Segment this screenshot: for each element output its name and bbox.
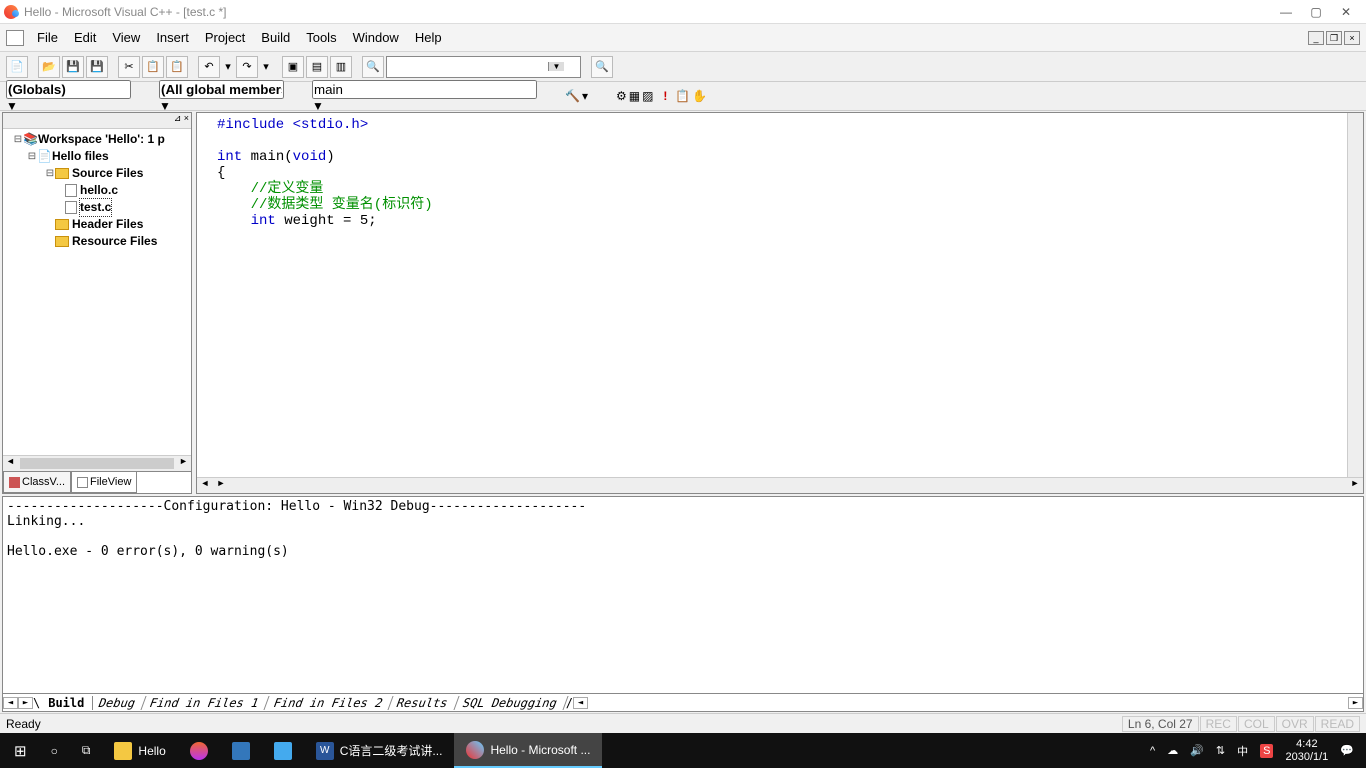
- menu-view[interactable]: View: [105, 27, 147, 48]
- cortana-button[interactable]: ○: [39, 733, 70, 768]
- taskbar-vc[interactable]: Hello - Microsoft ...: [454, 733, 602, 768]
- workspace-tree[interactable]: ⊟📚 Workspace 'Hello': 1 p ⊟📄 Hello files…: [3, 129, 191, 455]
- taskbar-firefox[interactable]: [178, 733, 220, 768]
- menu-file[interactable]: File: [30, 27, 65, 48]
- menu-window[interactable]: Window: [346, 27, 406, 48]
- taskbar-vm[interactable]: [220, 733, 262, 768]
- workspace-header: ⊿ ×: [3, 113, 191, 129]
- tray-sogou-icon[interactable]: S: [1260, 744, 1273, 758]
- tray-ime-icon[interactable]: 中: [1237, 743, 1248, 759]
- menu-build[interactable]: Build: [254, 27, 297, 48]
- status-ready: Ready: [6, 717, 41, 731]
- status-rec: REC: [1200, 716, 1237, 732]
- code-area[interactable]: #include <stdio.h> int main(void) { //定义…: [197, 113, 1347, 477]
- breakpoint-button[interactable]: ✋: [692, 89, 707, 103]
- mdi-close[interactable]: ×: [1344, 31, 1360, 45]
- window-titlebar: Hello - Microsoft Visual C++ - [test.c *…: [0, 0, 1366, 24]
- output-button[interactable]: ▤: [306, 56, 328, 78]
- status-ovr: OVR: [1276, 716, 1314, 732]
- tab-classview[interactable]: ClassV...: [3, 472, 71, 493]
- editor-hscroll[interactable]: ◄►►: [197, 477, 1363, 493]
- header-folder[interactable]: Header Files: [72, 216, 143, 233]
- window-list-button[interactable]: ▥: [330, 56, 352, 78]
- build-button[interactable]: ▦: [629, 89, 640, 103]
- status-read: READ: [1315, 716, 1360, 732]
- taskview-button[interactable]: ⧉: [70, 733, 103, 768]
- workspace-root[interactable]: Workspace 'Hello': 1 p: [38, 131, 165, 148]
- tray-clock[interactable]: 4:42 2030/1/1: [1285, 738, 1328, 764]
- mdi-restore[interactable]: ❐: [1326, 31, 1342, 45]
- status-col: COL: [1238, 716, 1275, 732]
- tray-notifications-icon[interactable]: 💬: [1340, 744, 1354, 757]
- output-tab-sql[interactable]: SQL Debugging: [452, 696, 568, 710]
- compile-button[interactable]: ⚙: [616, 89, 627, 103]
- output-tab-prev[interactable]: ◄: [3, 697, 18, 709]
- stop-build-button[interactable]: ▨: [642, 89, 653, 103]
- resource-folder[interactable]: Resource Files: [72, 233, 157, 250]
- workspace-hscroll[interactable]: ◄►: [3, 455, 191, 471]
- output-tab-find1[interactable]: Find in Files 1: [140, 696, 270, 710]
- code-editor[interactable]: #include <stdio.h> int main(void) { //定义…: [196, 112, 1364, 494]
- redo-button[interactable]: ↷: [236, 56, 258, 78]
- save-button[interactable]: 💾: [62, 56, 84, 78]
- members-combo[interactable]: ▼: [159, 80, 304, 113]
- tab-fileview[interactable]: FileView: [71, 472, 137, 493]
- wizard-toolbar: ▼ ▼ ▼ 🔨 ▾ ⚙ ▦ ▨ ! 📋 ✋: [0, 82, 1366, 111]
- tray-volume-icon[interactable]: 🔊: [1190, 744, 1204, 757]
- scope-combo[interactable]: ▼: [6, 80, 151, 113]
- menu-tools[interactable]: Tools: [299, 27, 343, 48]
- find-combo[interactable]: ▼: [386, 56, 581, 78]
- menu-help[interactable]: Help: [408, 27, 449, 48]
- function-combo[interactable]: ▼: [312, 80, 557, 113]
- output-tab-next[interactable]: ►: [18, 697, 33, 709]
- workspace-button[interactable]: ▣: [282, 56, 304, 78]
- menu-project[interactable]: Project: [198, 27, 252, 48]
- output-tab-debug[interactable]: Debug: [89, 696, 147, 710]
- undo-button[interactable]: ↶: [198, 56, 220, 78]
- output-tab-build[interactable]: Build: [40, 696, 93, 710]
- output-tab-results[interactable]: Results: [387, 696, 460, 710]
- source-folder[interactable]: Source Files: [72, 165, 143, 182]
- execute-button[interactable]: !: [663, 89, 667, 103]
- windows-taskbar: ⊞ ○ ⧉ Hello WC语言二级考试讲... Hello - Microso…: [0, 733, 1366, 768]
- taskbar-snip[interactable]: [262, 733, 304, 768]
- output-tab-find2[interactable]: Find in Files 2: [263, 696, 393, 710]
- menu-insert[interactable]: Insert: [149, 27, 196, 48]
- goto-button[interactable]: 🔨: [565, 89, 580, 103]
- output-panel: --------------------Configuration: Hello…: [2, 496, 1364, 712]
- output-text[interactable]: --------------------Configuration: Hello…: [3, 497, 1363, 693]
- tray-expand-icon[interactable]: ^: [1150, 745, 1155, 757]
- save-all-button[interactable]: 💾: [86, 56, 108, 78]
- standard-toolbar: 📄 📂 💾 💾 ✂ 📋 📋 ↶ ▾ ↷ ▾ ▣ ▤ ▥ 🔍 ▼ 🔍: [0, 52, 1366, 82]
- taskbar-word[interactable]: WC语言二级考试讲...: [304, 733, 455, 768]
- menubar: File Edit View Insert Project Build Tool…: [0, 24, 1366, 52]
- project-node[interactable]: Hello files: [52, 148, 109, 165]
- workspace-panel: ⊿ × ⊟📚 Workspace 'Hello': 1 p ⊟📄 Hello f…: [2, 112, 192, 494]
- find-in-files-button[interactable]: 🔍: [362, 56, 384, 78]
- statusbar: Ready Ln 6, Col 27 REC COL OVR READ: [0, 713, 1366, 733]
- app-icon: [4, 5, 18, 19]
- status-position: Ln 6, Col 27: [1122, 716, 1199, 732]
- tray-onedrive-icon[interactable]: ☁: [1167, 744, 1178, 757]
- document-icon: [6, 30, 24, 46]
- cut-button[interactable]: ✂: [118, 56, 140, 78]
- new-button[interactable]: 📄: [6, 56, 28, 78]
- editor-vscroll[interactable]: [1347, 113, 1363, 477]
- mdi-minimize[interactable]: _: [1308, 31, 1324, 45]
- paste-button[interactable]: 📋: [166, 56, 188, 78]
- minimize-button[interactable]: ―: [1278, 5, 1294, 19]
- taskbar-explorer[interactable]: Hello: [102, 733, 177, 768]
- go-button[interactable]: 📋: [675, 89, 690, 103]
- file-hello[interactable]: hello.c: [80, 182, 118, 199]
- find-button[interactable]: 🔍: [591, 56, 613, 78]
- menu-edit[interactable]: Edit: [67, 27, 103, 48]
- close-button[interactable]: ✕: [1338, 5, 1354, 19]
- tray-network-icon[interactable]: ⇅: [1216, 744, 1225, 757]
- window-title: Hello - Microsoft Visual C++ - [test.c *…: [24, 5, 1270, 19]
- copy-button[interactable]: 📋: [142, 56, 164, 78]
- maximize-button[interactable]: ▢: [1308, 5, 1324, 19]
- start-button[interactable]: ⊞: [2, 733, 39, 768]
- open-button[interactable]: 📂: [38, 56, 60, 78]
- file-test[interactable]: test.c: [80, 199, 111, 216]
